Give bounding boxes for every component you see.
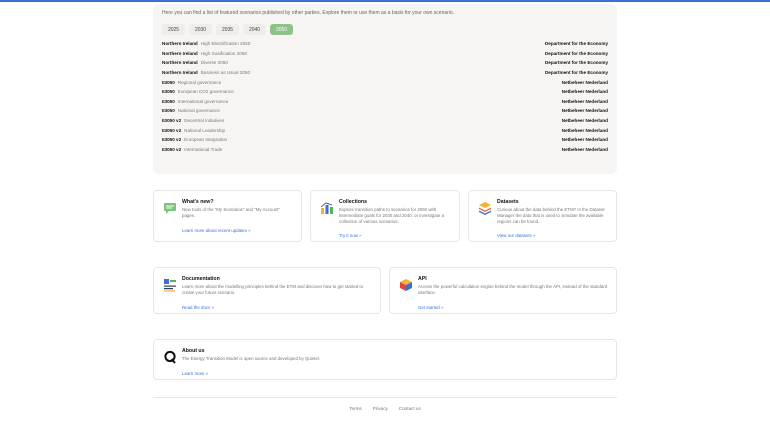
layers-icon [479,202,491,215]
footer-contact-link[interactable]: Contact us [399,406,421,411]
scenario-region: Northern Ireland [162,60,198,66]
scenario-name: Regional governance [177,79,222,85]
card-description: Learn more about the modelling principle… [182,284,364,295]
scenario-name: National governance [177,108,220,114]
card-title: Datasets [497,199,519,205]
scenario-author: Department for the Economy [544,41,608,47]
scenario-row[interactable]: II3050 European CO2 governance Netbeheer … [162,87,608,97]
scenario-name: National Leadership [184,127,226,133]
scenario-row[interactable]: II3050 National governance Netbeheer Nede… [162,106,608,116]
card-description: New tools of the "My Scenarios" and "My … [182,207,280,218]
footer-terms-link[interactable]: Terms [349,406,362,411]
bar-chart-icon [320,202,333,214]
year-filter: 2025 2030 2035 2040 2050 [162,24,608,35]
scenario-author: Netbeheer Nederland [561,79,608,85]
card-title: Collections [339,199,367,205]
featured-scenario-list: Northern Ireland High Electrification 205… [162,39,608,154]
scenario-region: Northern Ireland [162,50,198,56]
api-card[interactable]: API Access the powerful calculation engi… [389,267,617,314]
footer: Terms Privacy Contact us [153,406,617,411]
scenario-region: II3050 v2 [162,127,182,133]
card-title: Documentation [182,276,220,282]
featured-intro: Here you can find a list of featured sce… [162,10,455,16]
datasets-card[interactable]: Datasets Curious about the data behind t… [468,190,617,242]
scenario-row[interactable]: II3050 Regional governance Netbeheer Nede… [162,77,608,87]
scenario-author: Netbeheer Nederland [561,108,608,114]
scenario-region: II3050 [162,89,175,95]
scenario-name: Business as Usual 2050 [200,70,251,76]
scenario-row[interactable]: II3050 International governance Netbeheer… [162,97,608,107]
year-button-2040[interactable]: 2040 [243,24,266,35]
collections-link[interactable]: Try it now » [339,233,362,238]
scenario-name: European CO2 governance [177,89,234,95]
whats-new-link[interactable]: Learn more about recent updates » [182,228,251,233]
scenario-author: Netbeheer Nederland [561,98,608,104]
scenario-author: Netbeheer Nederland [561,89,608,95]
scenario-region: Northern Ireland [162,70,198,76]
scenario-author: Netbeheer Nederland [561,118,608,124]
scenario-name: International governance [177,98,229,104]
scenario-region: II3050 [162,98,175,104]
footer-divider [153,397,617,398]
card-title: What's new? [182,199,214,205]
card-description: Curious about the data behind the ETM? I… [497,207,605,224]
year-button-2035[interactable]: 2035 [216,24,239,35]
scenario-region: Northern Ireland [162,41,198,47]
footer-privacy-link[interactable]: Privacy [373,406,388,411]
scenario-name: High Electrification 2050 [200,41,251,47]
scenario-row[interactable]: II3050 v2 International Trade Netbeheer N… [162,145,608,155]
documentation-link[interactable]: Read the docs » [182,305,214,310]
collections-card[interactable]: Collections Explore transition paths to … [310,190,460,242]
scenario-author: Department for the Economy [544,50,608,56]
scenario-row[interactable]: II3050 v2 European Integration Netbeheer … [162,135,608,145]
scenario-name: International Trade [184,146,223,152]
whats-new-card[interactable]: What's new? New tools of the "My Scenari… [153,190,302,242]
scenario-name: High Gasification 2050 [200,50,247,56]
scenario-author: Netbeheer Nederland [561,146,608,152]
card-title: About us [182,348,205,354]
about-link[interactable]: Learn more » [182,371,208,376]
card-title: API [418,276,427,282]
scenario-region: II3050 [162,108,175,114]
year-button-2050[interactable]: 2050 [270,24,293,35]
scenario-region: II3050 [162,79,175,85]
scenario-region: II3050 v2 [162,118,182,124]
scenario-row[interactable]: II3050 v2 Decentral Initiatives Netbeheer… [162,116,608,126]
scenario-author: Department for the Economy [544,60,608,66]
scenario-author: Department for the Economy [544,70,608,76]
quintel-logo-icon [164,350,176,364]
card-description: The Energy Transition Model is open sour… [182,356,321,361]
scenario-author: Netbeheer Nederland [561,127,608,133]
about-card[interactable]: About us The Energy Transition Model is … [153,339,617,380]
cube-icon [400,279,412,291]
scenario-row[interactable]: II3050 v2 National Leadership Netbeheer N… [162,125,608,135]
documentation-card[interactable]: Documentation Learn more about the model… [153,267,381,314]
top-accent-line [0,0,770,2]
scenario-row[interactable]: Northern Ireland High Gasification 2050 D… [162,49,608,59]
scenario-name: Decentral Initiatives [184,118,225,124]
scenario-row[interactable]: Northern Ireland High Electrification 205… [162,39,608,49]
card-description: Explore transition paths to scenarios fo… [339,207,444,224]
scenario-name: European Integration [184,137,228,143]
scenario-region: II3050 v2 [162,137,182,143]
scenario-row[interactable]: Northern Ireland Business as Usual 2050 D… [162,68,608,78]
datasets-link[interactable]: View our datasets » [497,233,535,238]
year-button-2025[interactable]: 2025 [162,24,185,35]
scenario-name: Diverse 2050 [200,60,228,66]
api-link[interactable]: Get started » [418,305,443,310]
year-button-2030[interactable]: 2030 [189,24,212,35]
scenario-author: Netbeheer Nederland [561,137,608,143]
docs-icon [164,279,176,292]
chat-icon [164,203,176,214]
scenario-region: II3050 v2 [162,146,182,152]
scenario-row[interactable]: Northern Ireland Diverse 2050 Department … [162,58,608,68]
featured-scenarios-panel: Here you can find a list of featured sce… [153,4,617,174]
card-description: Access the powerful calculation engine b… [418,284,608,295]
